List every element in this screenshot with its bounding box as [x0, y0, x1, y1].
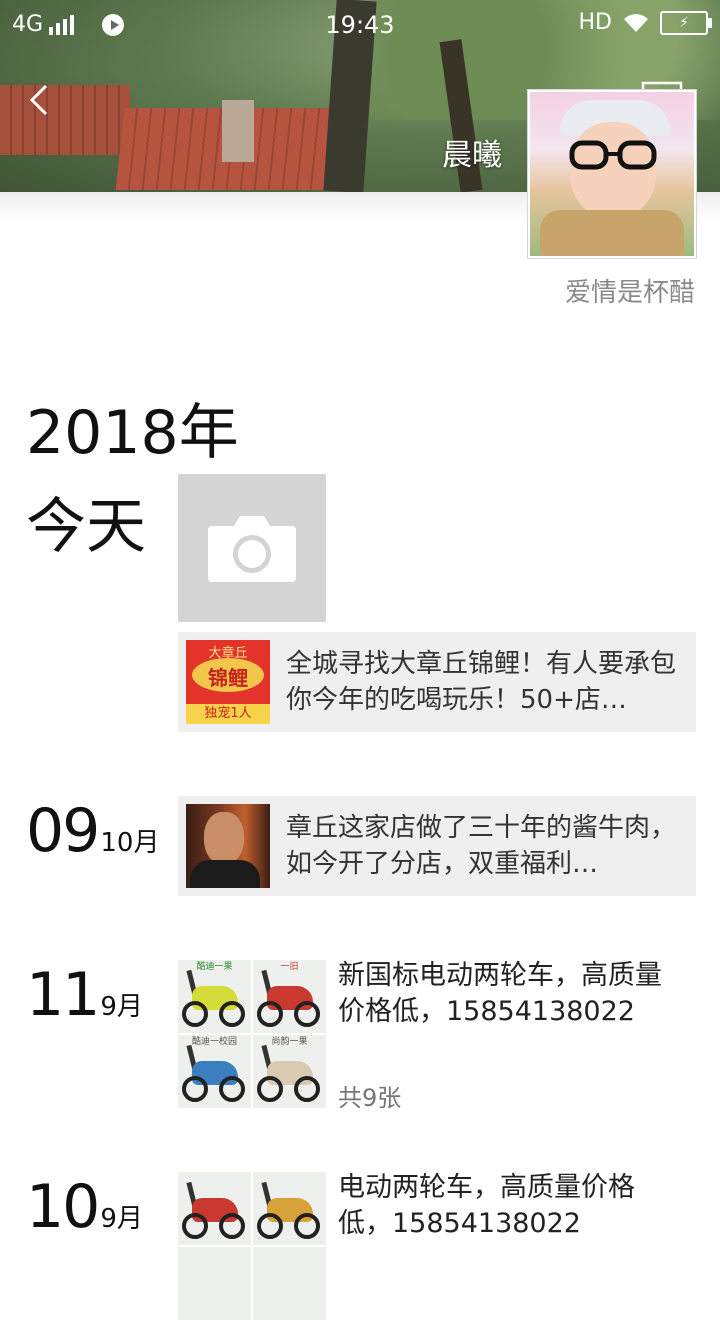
photo-thumbnail[interactable] [178, 1247, 251, 1320]
camera-icon [208, 516, 296, 582]
thumb-text-mid: 锦鲤 [208, 666, 248, 690]
back-arrow-icon [29, 84, 48, 116]
photo-count: 共9张 [338, 1084, 402, 1112]
entry-date: 119月 [26, 960, 143, 1030]
entry-date: 109月 [26, 1172, 143, 1242]
photo-thumbnail[interactable] [178, 1172, 251, 1245]
photo-thumbnail[interactable]: 尚韵一果 [253, 1035, 326, 1108]
share-card-today[interactable]: 大章丘 锦鲤 独宠1人 全城寻找大章丘锦鲤！有人要承包你今年的吃喝玩乐！50+店… [178, 632, 696, 732]
entry-date: 0910月 [26, 796, 159, 866]
thumb-person-body [190, 860, 260, 888]
entry-day: 10 [26, 1172, 100, 1242]
photo-thumbnail[interactable] [253, 1247, 326, 1320]
entry-day: 11 [26, 960, 100, 1030]
cover-chimney [222, 100, 254, 162]
photo-grid[interactable] [178, 1172, 326, 1320]
entry-month: 9月 [100, 1204, 143, 1234]
photo-thumbnail[interactable] [253, 1172, 326, 1245]
photo-grid[interactable]: 酷迪一果 一旧 酷迪一校园 尚韵一果 [178, 960, 326, 1108]
photo-thumbnail[interactable]: 酷迪一果 [178, 960, 251, 1033]
share-card[interactable]: 章丘这家店做了三十年的酱牛肉，如今开了分店，双重福利… [178, 796, 696, 896]
photo-thumbnail[interactable]: 酷迪一校园 [178, 1035, 251, 1108]
entry-month: 9月 [100, 992, 143, 1022]
thumb-person [204, 812, 244, 864]
today-label: 今天 [26, 492, 146, 562]
status-right: HD ⚡ [578, 10, 712, 35]
status-bar: 4G 19:43 HD ⚡ [0, 0, 720, 50]
battery-icon: ⚡ [660, 10, 712, 35]
back-button[interactable] [24, 80, 64, 120]
avatar-glasses [569, 140, 657, 170]
add-post-button[interactable] [178, 474, 326, 622]
share-text: 全城寻找大章丘锦鲤！有人要承包你今年的吃喝玩乐！50+店… [286, 649, 677, 715]
avatar-shirt [540, 210, 684, 256]
entry-day: 09 [26, 796, 100, 866]
profile-signature: 爱情是杯醋 [564, 278, 695, 308]
share-thumbnail [186, 804, 270, 888]
profile-nickname: 晨曦 [442, 138, 502, 173]
share-text: 章丘这家店做了三十年的酱牛肉，如今开了分店，双重福利… [286, 813, 677, 879]
thumb-text-bottom: 独宠1人 [186, 704, 270, 724]
post-text[interactable]: 电动两轮车，高质量价格低，15854138022 [338, 1170, 688, 1242]
year-heading: 2018年 [26, 398, 239, 468]
avatar-face [570, 122, 656, 218]
post-text[interactable]: 新国标电动两轮车，高质量价格低，15854138022 [338, 958, 688, 1030]
hd-label: HD [578, 10, 612, 35]
wifi-icon [622, 12, 650, 34]
cover-roof-left [0, 85, 130, 155]
entry-month: 10月 [100, 828, 160, 858]
avatar[interactable] [528, 90, 696, 258]
photo-thumbnail[interactable]: 一旧 [253, 960, 326, 1033]
share-thumbnail: 大章丘 锦鲤 独宠1人 [186, 640, 270, 724]
